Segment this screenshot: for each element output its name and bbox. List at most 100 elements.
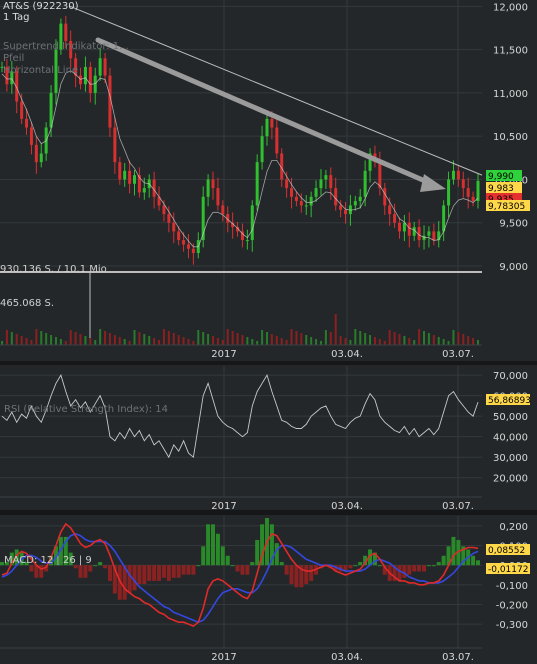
price-panel-bg bbox=[0, 0, 537, 361]
candle-body bbox=[285, 179, 289, 189]
macd-histogram-bar bbox=[289, 565, 294, 585]
volume-bar bbox=[158, 340, 161, 345]
price-y-tick-label: 12,000 bbox=[493, 2, 528, 13]
candle-body bbox=[363, 170, 367, 197]
volume-bar bbox=[133, 330, 136, 345]
volume-bar bbox=[202, 332, 205, 345]
macd-histogram-bar bbox=[103, 565, 108, 569]
volume-bar bbox=[423, 331, 426, 345]
volume-bar bbox=[1, 341, 3, 345]
macd-histogram-bar bbox=[240, 565, 245, 575]
volume-bar bbox=[153, 338, 156, 345]
candle-body bbox=[309, 196, 313, 206]
candle-body bbox=[172, 222, 176, 232]
volume-bar bbox=[89, 338, 92, 345]
candle-body bbox=[466, 188, 470, 197]
macd-histogram-bar bbox=[220, 546, 225, 566]
rsi-y-tick-label: 40,000 bbox=[493, 433, 528, 444]
volume-bar bbox=[310, 337, 313, 345]
candle-body bbox=[378, 162, 382, 189]
candle-body bbox=[397, 222, 401, 232]
volume-bar bbox=[447, 341, 450, 345]
high-badge: 9,990 bbox=[488, 172, 514, 182]
volume-bar bbox=[315, 339, 318, 345]
candle-body bbox=[427, 231, 431, 236]
macd-histogram-bar bbox=[83, 565, 88, 578]
macd-histogram-bar bbox=[426, 565, 431, 567]
macd-histogram-bar bbox=[476, 560, 480, 566]
rsi-x-tick-label: 03.04. bbox=[331, 501, 363, 512]
volume-bar bbox=[305, 335, 308, 345]
macd-histogram-bar bbox=[157, 565, 162, 581]
volume-bar bbox=[79, 334, 82, 345]
price-y-tick-label: 11,000 bbox=[493, 89, 528, 100]
rsi-x-tick-label: 03.07. bbox=[442, 501, 474, 512]
volume-bar bbox=[236, 333, 239, 345]
volume-bar bbox=[143, 334, 146, 345]
rsi-y-tick-label: 50,000 bbox=[493, 412, 528, 423]
volume-bar bbox=[187, 339, 190, 345]
volume-bar bbox=[437, 337, 440, 345]
volume-bar bbox=[334, 314, 337, 345]
candle-body bbox=[324, 175, 328, 180]
volume-bar bbox=[398, 334, 401, 345]
candle-body bbox=[314, 188, 318, 197]
candle-body bbox=[339, 205, 343, 210]
candle-body bbox=[206, 179, 210, 197]
macd-histogram-bar bbox=[137, 565, 142, 585]
macd-histogram-bar bbox=[161, 565, 166, 578]
volume-bar bbox=[369, 335, 372, 345]
macd-histogram-bar bbox=[88, 565, 93, 572]
candle-body bbox=[393, 214, 397, 223]
candle-body bbox=[353, 201, 357, 206]
macd-histogram-bar bbox=[152, 565, 157, 581]
volume-bar bbox=[162, 329, 165, 345]
price-y-tick-label: 9,500 bbox=[499, 219, 528, 230]
volume-bar bbox=[388, 330, 391, 345]
candle-body bbox=[275, 127, 279, 154]
volume-bar bbox=[40, 331, 43, 345]
volume-bar bbox=[290, 329, 293, 345]
macd-histogram-bar bbox=[201, 546, 206, 566]
macd-histogram-bar bbox=[441, 555, 446, 566]
candle-body bbox=[34, 144, 38, 163]
macd-histogram-bar bbox=[93, 565, 98, 567]
volume-bar bbox=[280, 338, 283, 345]
macd-histogram-bar bbox=[417, 565, 422, 572]
macd-histogram-bar bbox=[230, 565, 235, 567]
volume-bar bbox=[442, 339, 445, 345]
volume-average-label: 930.136 S. / 10,1 Mio bbox=[0, 264, 107, 275]
candle-body bbox=[476, 180, 480, 202]
volume-bar bbox=[265, 332, 268, 345]
macd-histogram-bar bbox=[206, 524, 211, 566]
price-x-tick-label: 2017 bbox=[211, 349, 236, 360]
candle-body bbox=[83, 66, 87, 85]
candle-body bbox=[142, 188, 146, 193]
macd-histogram-bar bbox=[29, 565, 34, 572]
candle-body bbox=[358, 196, 362, 202]
volume-bar bbox=[59, 339, 62, 345]
volume-bar bbox=[452, 330, 455, 345]
macd-hist-badge: -0,01172 bbox=[488, 565, 528, 575]
volume-bar bbox=[329, 332, 332, 345]
volume-bar bbox=[25, 338, 28, 345]
volume-bar bbox=[256, 341, 259, 345]
rsi-label: RSI (Relative Strength Index): 14 bbox=[4, 404, 168, 415]
volume-bar bbox=[207, 334, 210, 345]
macd-histogram-bar bbox=[471, 555, 476, 566]
macd-histogram-bar bbox=[171, 565, 176, 578]
candle-body bbox=[162, 205, 166, 215]
macd-histogram-bar bbox=[407, 565, 412, 575]
volume-bar bbox=[477, 340, 479, 345]
macd-y-tick-label: -0,200 bbox=[496, 600, 528, 611]
macd-histogram-bar bbox=[176, 565, 181, 578]
candle-body bbox=[167, 214, 171, 223]
volume-bar bbox=[35, 329, 38, 345]
macd-histogram-bar bbox=[377, 565, 382, 567]
price-x-tick-label: 03.07. bbox=[442, 349, 474, 360]
candle-body bbox=[407, 222, 411, 236]
macd-histogram-bar bbox=[255, 540, 260, 566]
candle-body bbox=[447, 179, 451, 206]
candle-body bbox=[191, 248, 195, 254]
macd-histogram-bar bbox=[451, 536, 456, 566]
